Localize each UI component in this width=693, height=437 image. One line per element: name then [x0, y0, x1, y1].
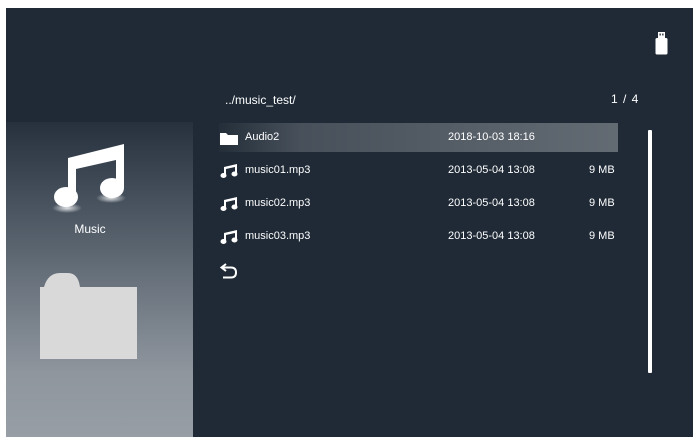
current-path: ../music_test/	[225, 93, 296, 107]
folder-icon	[220, 131, 238, 145]
file-row[interactable]: Audio2 2018-10-03 18:16	[219, 123, 618, 152]
file-name: Audio2	[245, 131, 280, 143]
music-note-icon	[50, 136, 130, 228]
file-size: 9 MB	[589, 197, 615, 209]
sidebar: Music	[6, 122, 193, 437]
file-row[interactable]: music02.mp3 2013-05-04 13:08 9 MB	[219, 189, 618, 218]
page-indicator: 1 / 4	[611, 92, 640, 106]
file-date: 2018-10-03 18:16	[448, 131, 535, 143]
file-name: music03.mp3	[245, 230, 311, 242]
music-note-icon	[220, 164, 238, 178]
sidebar-item-label: Music	[74, 222, 106, 236]
file-name: music01.mp3	[245, 164, 311, 176]
file-row[interactable]: music03.mp3 2013-05-04 13:08 9 MB	[219, 222, 618, 251]
file-date: 2013-05-04 13:08	[448, 197, 535, 209]
file-size: 9 MB	[589, 230, 615, 242]
music-note-icon	[220, 230, 238, 244]
file-size: 9 MB	[589, 164, 615, 176]
file-date: 2013-05-04 13:08	[448, 164, 535, 176]
usb-drive-icon	[655, 32, 668, 55]
file-name: music02.mp3	[245, 197, 311, 209]
return-arrow-icon[interactable]	[219, 263, 238, 279]
scrollbar[interactable]	[648, 130, 652, 373]
music-note-icon	[220, 197, 238, 211]
file-row[interactable]: music01.mp3 2013-05-04 13:08 9 MB	[219, 156, 618, 185]
file-date: 2013-05-04 13:08	[448, 230, 535, 242]
media-player-screen: Music ../music_test/ 1 / 4 Audio2 2018-1…	[6, 8, 693, 437]
folder-icon	[40, 267, 138, 359]
